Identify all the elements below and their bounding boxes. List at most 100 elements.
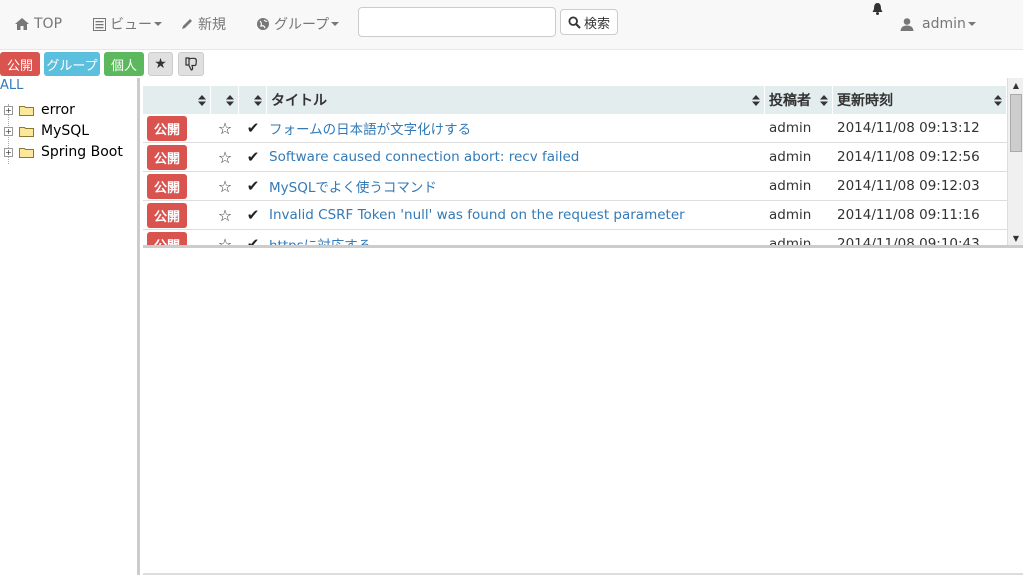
check-icon: ✔ <box>246 148 260 166</box>
filter-public-button[interactable]: 公開 <box>0 52 40 76</box>
nav-new-link[interactable]: 新規 <box>180 0 226 48</box>
column-header-label: 投稿者 <box>769 93 811 109</box>
navbar: TOP ビュー 新規 グループ 検索 admin <box>0 0 1023 50</box>
search-icon <box>568 15 581 29</box>
table-row[interactable]: 公開 ☆ ✔ フォームの日本語が文字化けする admin 2014/11/08 … <box>143 114 1007 143</box>
star-toggle[interactable]: ☆ <box>211 114 239 143</box>
nav-top-label: TOP <box>34 16 63 32</box>
status-badge: 公開 <box>147 231 188 245</box>
status-badge: 公開 <box>147 173 188 199</box>
tree-item-error[interactable]: + error <box>4 100 75 120</box>
user-icon <box>900 18 914 31</box>
list-icon <box>93 17 106 31</box>
table-row[interactable]: 公開 ☆ ✔ httpsに対応する admin 2014/11/08 09:10… <box>143 230 1007 248</box>
filter-personal-button[interactable]: 個人 <box>104 52 144 76</box>
column-header-label: タイトル <box>271 93 327 109</box>
row-author: admin <box>769 207 812 223</box>
sort-icon <box>254 95 262 106</box>
column-header-star[interactable] <box>211 86 239 114</box>
table-row[interactable]: 公開 ☆ ✔ Software caused connection abort:… <box>143 143 1007 172</box>
filter-group-button[interactable]: グループ <box>44 52 100 76</box>
expand-icon[interactable]: + <box>4 147 13 157</box>
row-updated-time: 2014/11/08 09:12:03 <box>837 178 980 194</box>
search-button-label: 検索 <box>583 16 610 32</box>
row-title-link[interactable]: httpsに対応する <box>267 230 765 245</box>
check-icon: ✔ <box>246 235 260 248</box>
sort-icon <box>226 95 234 106</box>
bell-icon <box>872 3 883 15</box>
folder-icon <box>19 147 34 158</box>
row-author: admin <box>769 120 812 136</box>
column-header-updated[interactable]: 更新時刻 <box>833 86 1007 114</box>
nav-top-link[interactable]: TOP <box>14 0 62 48</box>
check-icon: ✔ <box>246 177 260 195</box>
table-row[interactable]: 公開 ☆ ✔ Invalid CSRF Token 'null' was fou… <box>143 201 1007 230</box>
user-name: admin <box>922 16 966 32</box>
row-updated-time: 2014/11/08 09:10:43 <box>837 236 980 248</box>
tree-item-label: MySQL <box>41 123 90 139</box>
star-toggle[interactable]: ☆ <box>211 172 239 201</box>
chevron-down-icon <box>967 22 976 26</box>
filter-starred-button[interactable]: ★ <box>148 52 173 76</box>
row-author: admin <box>769 178 812 194</box>
expand-icon[interactable]: + <box>4 126 13 136</box>
column-header-badge[interactable] <box>143 86 211 114</box>
table-header: タイトル 投稿者 更新時刻 <box>143 86 1007 114</box>
check-icon: ✔ <box>246 206 260 224</box>
filter-thumbs-down-button[interactable] <box>178 52 204 76</box>
knowledge-grid: タイトル 投稿者 更新時刻 公開 ☆ ✔ フォームの日本語が文字化けする adm… <box>143 78 1023 248</box>
row-author: admin <box>769 236 812 248</box>
nav-group-dropdown[interactable]: グループ <box>256 0 340 48</box>
sort-icon <box>752 95 760 106</box>
tree-item-mysql[interactable]: + MySQL <box>4 121 89 141</box>
column-header-author[interactable]: 投稿者 <box>765 86 833 114</box>
vertical-scrollbar[interactable]: ▲ ▼ <box>1007 78 1023 245</box>
category-tree: ALL + error + MySQL + Spring Boot <box>0 78 140 575</box>
home-icon <box>15 18 29 30</box>
folder-icon <box>19 105 34 116</box>
row-title-link[interactable]: Invalid CSRF Token 'null' was found on t… <box>267 201 765 230</box>
row-updated-time: 2014/11/08 09:11:16 <box>837 207 980 223</box>
tree-item-label: Spring Boot <box>41 144 123 160</box>
scrollbar-thumb[interactable] <box>1010 94 1022 152</box>
status-badge: 公開 <box>147 202 188 228</box>
pencil-icon <box>182 19 192 29</box>
nav-view-label: ビュー <box>110 17 152 33</box>
scroll-up-icon[interactable]: ▲ <box>1008 78 1023 92</box>
folder-icon <box>19 126 34 137</box>
globe-icon <box>257 18 269 30</box>
row-updated-time: 2014/11/08 09:13:12 <box>837 120 980 136</box>
sort-icon <box>994 95 1002 106</box>
search-input[interactable] <box>358 7 556 37</box>
row-author: admin <box>769 149 812 165</box>
column-header-check[interactable] <box>239 86 267 114</box>
user-menu-dropdown[interactable]: admin <box>900 0 976 48</box>
expand-icon[interactable]: + <box>4 105 13 115</box>
row-title-link[interactable]: MySQLでよく使うコマンド <box>267 172 765 201</box>
check-icon: ✔ <box>246 119 260 137</box>
sort-icon <box>198 95 206 106</box>
star-toggle[interactable]: ☆ <box>211 230 239 246</box>
tree-item-spring-boot[interactable]: + Spring Boot <box>4 142 123 162</box>
notifications-button[interactable] <box>871 0 888 18</box>
nav-new-label: 新規 <box>198 17 226 33</box>
nav-view-dropdown[interactable]: ビュー <box>93 0 162 48</box>
column-header-label: 更新時刻 <box>837 93 893 109</box>
star-toggle[interactable]: ☆ <box>211 201 239 230</box>
row-title-link[interactable]: フォームの日本語が文字化けする <box>267 114 765 143</box>
sort-icon <box>820 95 828 106</box>
chevron-down-icon <box>331 22 340 26</box>
chevron-down-icon <box>154 22 162 26</box>
row-title-link[interactable]: Software caused connection abort: recv f… <box>267 143 765 172</box>
search-button[interactable]: 検索 <box>560 9 618 35</box>
tree-item-label: error <box>41 102 75 118</box>
star-toggle[interactable]: ☆ <box>211 143 239 172</box>
scroll-down-icon[interactable]: ▼ <box>1008 231 1023 245</box>
table-row[interactable]: 公開 ☆ ✔ MySQLでよく使うコマンド admin 2014/11/08 0… <box>143 172 1007 201</box>
status-badge: 公開 <box>147 115 188 141</box>
nav-group-label: グループ <box>274 17 330 33</box>
row-updated-time: 2014/11/08 09:12:56 <box>837 149 980 165</box>
thumbs-down-icon <box>185 57 197 71</box>
column-header-title[interactable]: タイトル <box>267 86 765 114</box>
tree-all-link[interactable]: ALL <box>0 78 23 93</box>
